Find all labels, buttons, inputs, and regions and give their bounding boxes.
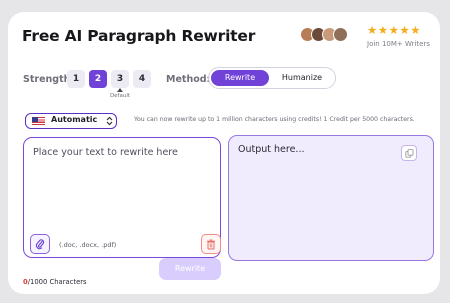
us-flag-icon: [32, 117, 45, 125]
copy-icon: [404, 148, 413, 158]
trash-icon: [207, 239, 215, 249]
strength-option-1[interactable]: 1: [67, 70, 85, 88]
input-placeholder: Place your text to rewrite here: [33, 147, 178, 158]
page-title: Free AI Paragraph Rewriter: [22, 27, 256, 45]
rewrite-button[interactable]: Rewrite: [159, 258, 221, 280]
method-label: Method:: [166, 74, 211, 85]
language-value: Automatic: [51, 115, 98, 124]
avatar: [333, 27, 348, 42]
strength-option-4[interactable]: 4: [133, 70, 151, 88]
paperclip-icon: [35, 239, 45, 250]
language-select[interactable]: Automatic: [25, 113, 117, 129]
input-text-area[interactable]: Place your text to rewrite here (.doc, .…: [23, 137, 221, 258]
method-humanize-button[interactable]: Humanize: [271, 70, 333, 86]
rating-stars-icon: ★★★★★: [367, 23, 422, 37]
copy-output-button[interactable]: [401, 145, 417, 161]
social-proof-text: Join 10M+ Writers: [367, 40, 430, 48]
strength-option-3[interactable]: 3: [111, 70, 129, 88]
file-formats-note: (.doc, .docx, .pdf): [59, 241, 117, 249]
clear-text-button[interactable]: [201, 234, 221, 254]
chevron-up-down-icon: [106, 116, 113, 126]
default-caret-icon: [117, 88, 123, 92]
strength-option-2[interactable]: 2: [89, 70, 107, 88]
output-text-area: Output here...: [228, 135, 434, 261]
character-counter: 0/1000 Characters: [23, 278, 87, 286]
credits-notice: You can now rewrite up to 1 million char…: [134, 116, 415, 123]
character-limit: /1000 Characters: [27, 278, 87, 286]
method-rewrite-button[interactable]: Rewrite: [211, 70, 269, 86]
output-placeholder: Output here...: [238, 144, 305, 155]
attach-file-button[interactable]: [30, 234, 50, 254]
rewriter-card: Free AI Paragraph Rewriter ★★★★★ Join 10…: [8, 12, 440, 294]
method-toggle: Rewrite Humanize: [208, 67, 336, 89]
default-note: Default: [109, 93, 131, 99]
strength-label: Strength: [23, 74, 71, 85]
